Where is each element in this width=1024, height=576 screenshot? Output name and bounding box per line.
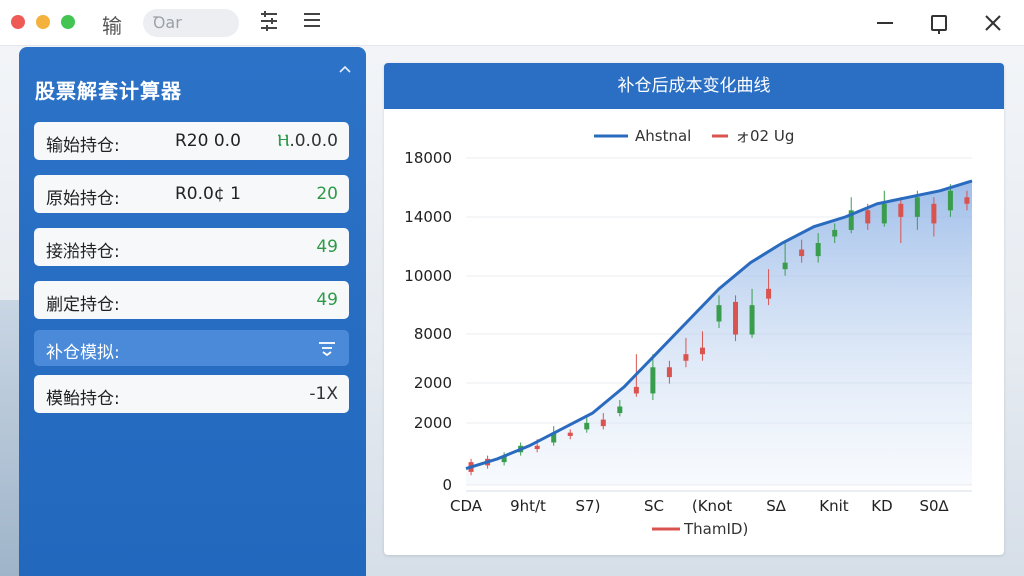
row-value: 49	[316, 237, 338, 257]
app-window: 输 Ꝺar 股票解套计算器 输始持仓: R20 0.0 Ⲏ.0.0.0 原始持仓…	[0, 0, 1024, 576]
row-price: R0.0¢ 1	[175, 184, 241, 204]
candle-body	[815, 243, 821, 257]
candle-body	[617, 406, 623, 414]
maximize-icon[interactable]	[924, 8, 954, 38]
candle-body	[898, 203, 904, 217]
candle-body	[865, 210, 871, 224]
chevron-up-icon[interactable]	[338, 59, 352, 73]
y-tick-label: 18000	[404, 149, 452, 167]
close-traffic-light[interactable]	[11, 15, 25, 29]
zoom-traffic-light[interactable]	[61, 15, 75, 29]
row-original-position[interactable]: 原始持仓: R0.0¢ 1 20	[34, 175, 349, 213]
candle-body	[733, 301, 739, 335]
x-tick-label: Knit	[819, 497, 849, 515]
x-tick-label: SC	[644, 497, 664, 515]
row-value: -1X	[309, 384, 338, 404]
candle-body	[567, 432, 573, 436]
candle-body	[931, 203, 937, 224]
row-receive-position[interactable]: 接湁持仓: 49	[34, 228, 349, 266]
candle-body	[716, 305, 722, 322]
cost-chart-card: 补仓后成本变化曲线 18000 14000 10000 8000 2000 2000 0 C…	[384, 63, 1004, 555]
candle-body	[799, 249, 805, 257]
legend-label: ThamID)	[683, 520, 748, 538]
app-icon[interactable]: 输	[102, 10, 122, 39]
search-input[interactable]: Ꝺar	[143, 9, 239, 37]
row-value: 20	[316, 184, 338, 204]
row-initial-position[interactable]: 输始持仓: R20 0.0 Ⲏ.0.0.0	[34, 122, 349, 160]
candle-body	[832, 229, 838, 237]
row-fixed-position[interactable]: 剻定持仓: 49	[34, 281, 349, 319]
sim-label: 补仓模拟:	[46, 343, 120, 363]
row-value: 49	[316, 290, 338, 310]
x-tick-label: S7)	[576, 497, 601, 515]
candle-body	[699, 347, 705, 355]
row-label: 模鲐持仓:	[46, 389, 120, 409]
candle-body	[881, 203, 887, 224]
x-tick-label: 9ht/t	[510, 497, 546, 515]
filter-icon[interactable]	[258, 10, 280, 37]
candle-body	[964, 197, 970, 204]
candle-body	[683, 354, 689, 361]
row-value: Ⲏ.0.0.0	[277, 131, 338, 151]
minimize-traffic-light[interactable]	[36, 15, 50, 29]
candle-body	[914, 197, 920, 217]
calculator-panel: 股票解套计算器 输始持仓: R20 0.0 Ⲏ.0.0.0 原始持仓: R0.0…	[19, 47, 366, 576]
filter-lines-icon	[317, 340, 337, 357]
y-tick-label: 14000	[404, 208, 452, 226]
y-tick-label: 0	[442, 476, 452, 494]
candle-body	[584, 422, 590, 430]
candle-body	[947, 190, 953, 211]
y-tick-label: 2000	[414, 374, 452, 392]
candle-body	[666, 367, 672, 378]
x-tick-label: CDA	[450, 497, 483, 515]
hamburger-menu-icon[interactable]	[302, 10, 322, 35]
x-tick-label: S∆	[766, 497, 787, 515]
x-tick-label: KD	[871, 497, 892, 515]
candle-body	[782, 262, 788, 270]
candle	[733, 295, 739, 342]
row-label: 原始持仓:	[46, 189, 120, 209]
row-label: 接湁持仓:	[46, 242, 120, 262]
legend-label: ォ02 Ug	[735, 127, 794, 145]
minimize-icon[interactable]	[870, 8, 900, 38]
y-tick-label: 10000	[404, 267, 452, 285]
title-bar: 输 Ꝺar	[0, 0, 1024, 46]
x-tick-label: S0∆	[919, 497, 949, 515]
close-icon[interactable]	[978, 8, 1008, 38]
candle-body	[766, 288, 772, 299]
row-sim-position[interactable]: 模鲐持仓: -1X	[34, 375, 349, 413]
cost-chart: 18000 14000 10000 8000 2000 2000 0 CDA 9ht/t S7)…	[404, 127, 973, 538]
row-price: R20 0.0	[175, 131, 241, 151]
candle-body	[633, 386, 639, 394]
chart-title: 补仓后成本变化曲线	[384, 63, 1004, 109]
candle-body	[600, 419, 606, 427]
y-tick-label: 8000	[414, 325, 452, 343]
candle-body	[650, 367, 656, 394]
candle-body	[534, 445, 540, 450]
panel-title: 股票解套计算器	[35, 79, 182, 103]
candle-body	[749, 305, 755, 335]
candle	[881, 190, 887, 227]
row-label: 输始持仓:	[46, 136, 120, 156]
y-tick-label: 2000	[414, 414, 452, 432]
x-tick-label: (Knot	[692, 497, 732, 515]
row-label: 剻定持仓:	[46, 295, 120, 315]
sim-dropdown[interactable]: 补仓模拟:	[34, 330, 349, 366]
legend-label: Ahstnal	[635, 127, 691, 145]
